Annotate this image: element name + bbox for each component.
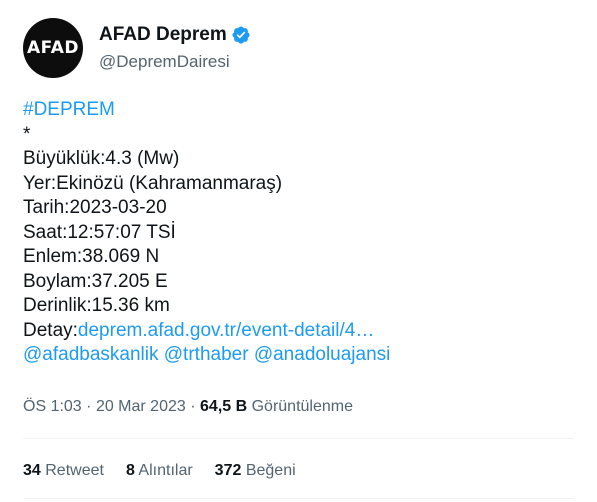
meta-separator: · [86,398,92,415]
tweet-date[interactable]: 20 Mar 2023 [96,398,186,415]
views-label: Görüntülenme [251,398,353,415]
hashtag-link[interactable]: #DEPREM [23,98,390,123]
tweet-header: AFAD AFAD Deprem @DepremDairesi [23,18,251,78]
verified-badge-icon [232,26,250,44]
author-names: AFAD Deprem @DepremDairesi [99,24,251,72]
quotes-stat[interactable]: 8 Alıntılar [126,462,193,480]
detail-line: Detay:deprem.afad.gov.tr/event-detail/4… [23,319,390,344]
divider-bottom [23,498,574,499]
star-line: * [23,123,31,145]
longitude-line: Boylam:37.205 E [23,270,168,292]
display-name[interactable]: AFAD Deprem [99,24,227,46]
time-line: Saat:12:57:07 TSİ [23,221,176,243]
retweets-stat[interactable]: 34 Retweet [23,462,104,480]
avatar-logo-text: AFAD [26,38,80,58]
likes-label: Beğeni [245,462,296,479]
meta-separator: · [190,398,196,415]
quotes-label: Alıntılar [138,462,193,479]
handle[interactable]: @DepremDairesi [99,52,251,72]
mentions-line: @afadbaskanlik @trthaber @anadoluajansi [23,343,390,368]
likes-stat[interactable]: 372 Beğeni [215,462,296,480]
depth-line: Derinlik:15.36 km [23,295,170,316]
retweets-count: 34 [23,462,41,479]
quotes-count: 8 [125,462,135,479]
mention-anadoluajansi[interactable]: @anadoluajansi [254,344,391,365]
engagement-stats: 34 Retweet 8 Alıntılar 372 Beğeni [23,462,318,480]
name-row: AFAD Deprem [99,24,251,46]
tweet-meta: ÖS 1:03 · 20 Mar 2023 · 64,5 B Görüntüle… [23,398,353,416]
detail-link[interactable]: deprem.afad.gov.tr/event-detail/4… [78,320,374,341]
avatar[interactable]: AFAD [23,18,83,78]
retweets-label: Retweet [45,462,104,479]
tweet-time[interactable]: ÖS 1:03 [23,398,82,415]
views-count: 64,5 B [200,398,248,415]
mention-trthaber[interactable]: @trthaber [164,344,249,365]
divider-top [23,438,574,439]
mention-afadbaskanlik[interactable]: @afadbaskanlik [23,344,158,365]
magnitude-line: Büyüklük:4.3 (Mw) [23,148,180,169]
date-line: Tarih:2023-03-20 [23,197,167,218]
detail-label: Detay: [23,319,78,341]
tweet-card: AFAD AFAD Deprem @DepremDairesi #DEPREM … [0,0,597,502]
likes-count: 372 [214,462,242,479]
latitude-line: Enlem:38.069 N [23,246,160,267]
tweet-text: #DEPREM * Büyüklük:4.3 (Mw) Yer:Ekinözü … [23,98,390,368]
location-line: Yer:Ekinözü (Kahramanmaraş) [23,172,283,194]
